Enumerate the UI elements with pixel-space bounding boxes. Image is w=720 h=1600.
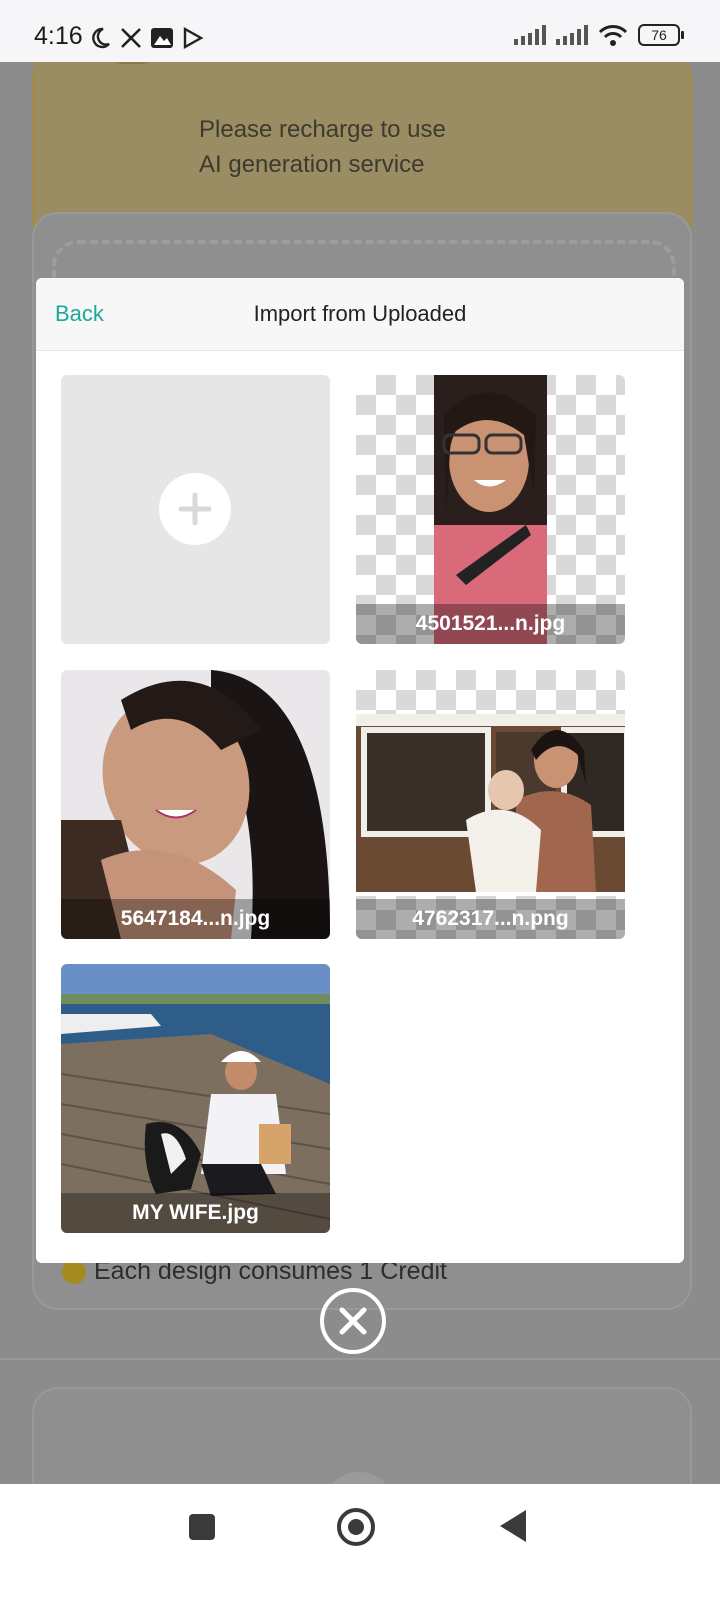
wifi-icon	[598, 25, 628, 46]
home-button[interactable]	[337, 1508, 375, 1546]
moon-icon	[92, 27, 110, 49]
back-nav-button[interactable]	[500, 1510, 526, 1542]
recents-button[interactable]	[189, 1514, 215, 1540]
image-filename: 5647184...n.jpg	[61, 899, 330, 939]
uploaded-image-tile[interactable]: 4501521...n.jpg	[356, 375, 625, 644]
recharge-message: Please recharge to use AI generation ser…	[199, 116, 446, 178]
gallery-icon	[151, 28, 173, 48]
dialog-header: Import from Uploaded Back	[36, 278, 684, 351]
uploaded-image-tile[interactable]: 5647184...n.jpg	[61, 670, 330, 939]
back-button[interactable]: Back	[55, 301, 104, 327]
status-bar: 4:16 76	[0, 0, 720, 62]
status-time: 4:16	[34, 22, 83, 50]
coin-icon	[62, 1259, 86, 1284]
battery-level: 76	[651, 27, 667, 43]
signal-icon	[514, 25, 546, 45]
close-dialog-button[interactable]	[320, 1288, 386, 1354]
navigation-bar	[0, 1484, 720, 1600]
notification-icons	[88, 26, 204, 50]
dialog-title: Import from Uploaded	[253, 301, 467, 326]
system-icons: 76	[514, 24, 684, 46]
uploaded-image-tile[interactable]: MY WIFE.jpg	[61, 964, 330, 1233]
plus-icon	[159, 473, 231, 545]
import-dialog: Import from Uploaded Back 4501521...n.jp…	[36, 278, 684, 1263]
battery-icon: 76	[638, 24, 684, 46]
x-logo-icon	[121, 28, 141, 48]
image-filename: 4501521...n.jpg	[356, 604, 625, 644]
image-filename: 4762317...n.png	[356, 899, 625, 939]
image-filename: MY WIFE.jpg	[61, 1193, 330, 1233]
signal-icon	[556, 25, 588, 45]
divider	[0, 1358, 720, 1360]
play-store-icon	[183, 27, 204, 49]
close-icon	[339, 1307, 367, 1335]
uploaded-image-tile[interactable]: 4762317...n.png	[356, 670, 625, 939]
add-upload-button[interactable]	[61, 375, 330, 644]
